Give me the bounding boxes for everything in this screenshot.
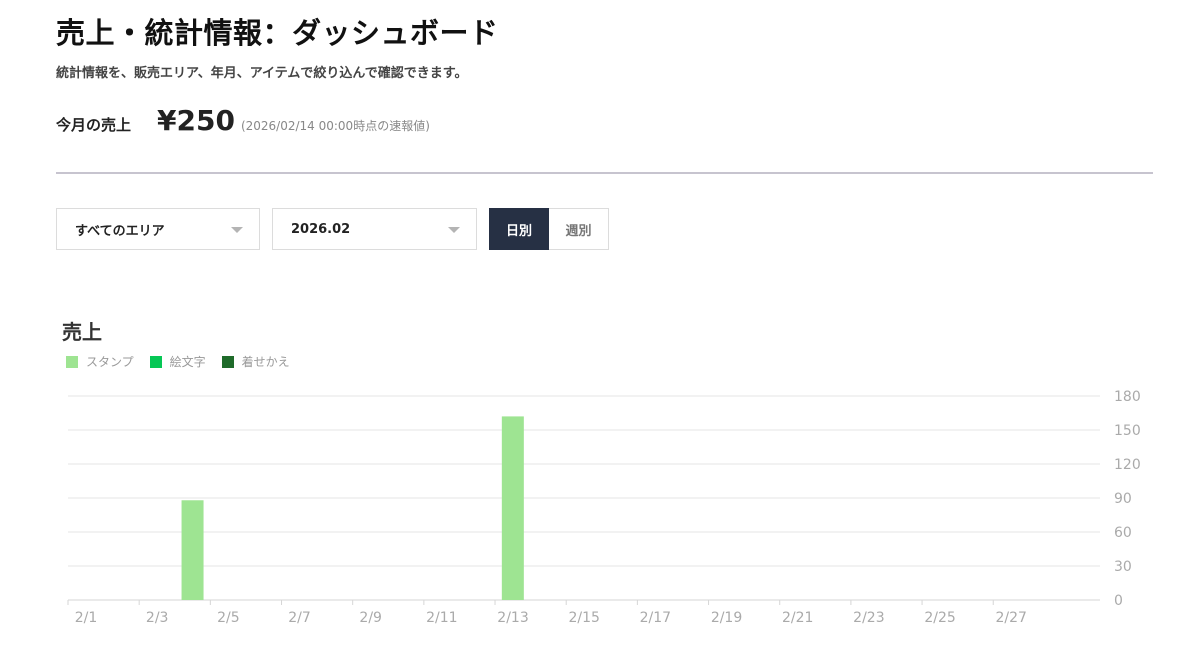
section-divider xyxy=(56,172,1153,174)
dashboard-page: 売上・統計情報：ダッシュボード 統計情報を、販売エリア、年月、アイテムで絞り込ん… xyxy=(0,0,1200,657)
x-tick-label: 2/17 xyxy=(640,610,671,626)
x-tick-label: 2/13 xyxy=(497,610,528,626)
x-tick-label: 2/9 xyxy=(359,610,382,626)
legend-item-theme[interactable]: 着せかえ xyxy=(221,353,290,370)
x-tick-label: 2/19 xyxy=(711,610,742,626)
legend-label-theme: 着せかえ xyxy=(241,355,290,369)
y-tick-label: 30 xyxy=(1114,559,1132,575)
x-tick-label: 2/1 xyxy=(75,610,98,626)
bar-stamp xyxy=(181,500,204,600)
x-tick-label: 2/11 xyxy=(426,610,457,626)
chart-legend: スタンプ 絵文字 着せかえ xyxy=(66,353,306,370)
legend-swatch-emoji xyxy=(149,355,162,368)
page-description: 統計情報を、販売エリア、年月、アイテムで絞り込んで確認できます。 xyxy=(56,66,468,81)
area-select[interactable]: すべてのエリア xyxy=(56,208,260,250)
x-tick-label: 2/25 xyxy=(924,610,955,626)
page-title: 売上・統計情報：ダッシュボード xyxy=(56,16,499,50)
monthly-sales-label: 今月の売上 xyxy=(56,116,132,134)
x-tick-label: 2/27 xyxy=(996,610,1027,626)
month-select[interactable]: 2026.02 xyxy=(272,208,477,250)
x-tick-label: 2/23 xyxy=(853,610,884,626)
y-tick-label: 90 xyxy=(1114,491,1132,507)
legend-label-stamp: スタンプ xyxy=(86,355,134,369)
x-tick-label: 2/5 xyxy=(217,610,240,626)
y-tick-label: 60 xyxy=(1114,525,1132,541)
chevron-down-icon xyxy=(448,227,460,233)
monthly-sales-summary: 今月の売上 ¥250 (2026/02/14 00:00時点の速報値) xyxy=(56,104,430,144)
legend-label-emoji: 絵文字 xyxy=(169,355,206,369)
y-tick-label: 120 xyxy=(1114,457,1141,473)
period-toggle: 日別 週別 xyxy=(489,208,609,250)
sales-bar-chart: 0 30 60 90 120 150 180 2/1 2/3 2/5 2/7 2/9 2/11 2/13 2… xyxy=(67,389,1141,626)
monthly-sales-note: (2026/02/14 00:00時点の速報値) xyxy=(240,119,430,133)
legend-item-emoji[interactable]: 絵文字 xyxy=(149,353,206,370)
legend-item-stamp[interactable]: スタンプ xyxy=(66,353,134,370)
legend-swatch-stamp xyxy=(66,355,78,368)
x-tick-label: 2/15 xyxy=(568,610,599,626)
y-tick-label: 0 xyxy=(1114,593,1123,609)
chart-title: 売上 xyxy=(62,320,102,344)
x-tick-label: 2/21 xyxy=(782,610,813,626)
y-tick-label: 180 xyxy=(1114,389,1141,405)
month-select-value: 2026.02 xyxy=(291,221,351,237)
x-tick-label: 2/7 xyxy=(288,610,311,626)
legend-swatch-theme xyxy=(221,355,234,368)
y-tick-label: 150 xyxy=(1114,423,1141,439)
monthly-sales-value: ¥250 xyxy=(157,104,235,137)
bar-stamp xyxy=(501,416,524,600)
weekly-toggle-button[interactable]: 週別 xyxy=(549,208,609,250)
chevron-down-icon xyxy=(231,227,243,233)
x-tick-label: 2/3 xyxy=(146,610,169,626)
area-select-value: すべてのエリア xyxy=(75,223,165,239)
daily-toggle-button[interactable]: 日別 xyxy=(489,208,549,250)
